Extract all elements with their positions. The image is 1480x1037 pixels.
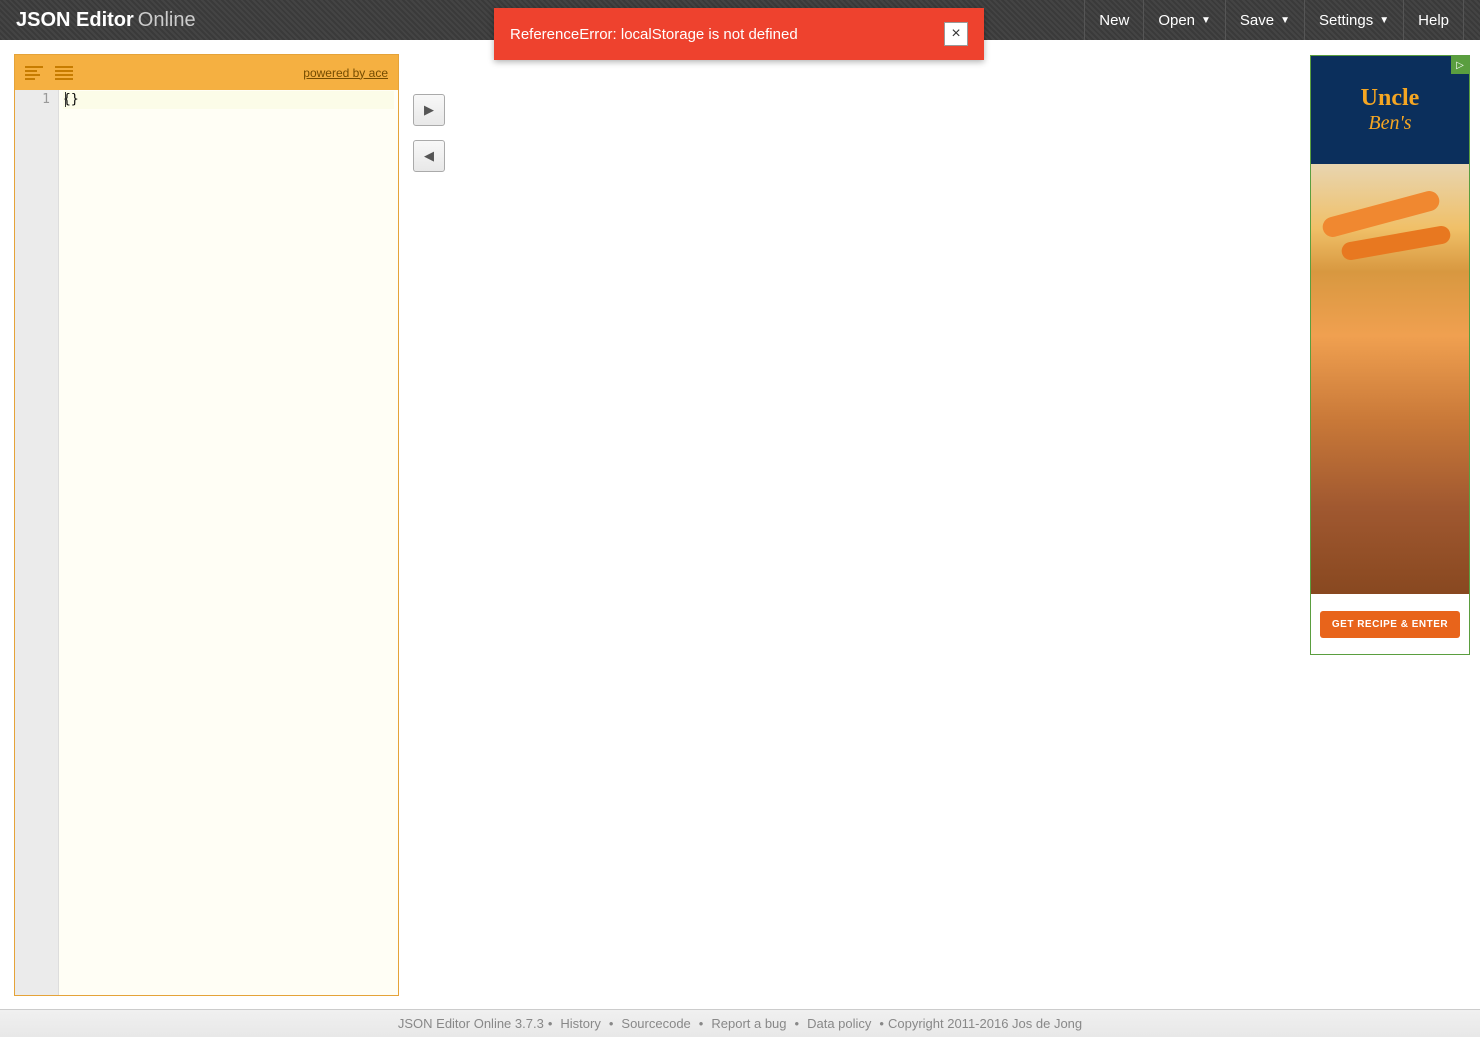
footer-copyright: Copyright 2011-2016 Jos de Jong [888, 1016, 1082, 1031]
menu-new-label: New [1099, 12, 1129, 29]
separator: • [609, 1016, 614, 1031]
menu-save[interactable]: Save ▼ [1225, 0, 1304, 40]
separator: • [795, 1016, 800, 1031]
transfer-buttons: ▶ ◀ [413, 54, 445, 995]
ad-header: Uncle Ben's [1311, 56, 1469, 164]
code-line: {} [63, 91, 394, 109]
menu-settings-label: Settings [1319, 12, 1373, 29]
ad-cta: GET RECIPE & ENTER [1311, 594, 1469, 654]
transfer-left-button[interactable]: ◀ [413, 140, 445, 172]
chevron-down-icon: ▼ [1379, 15, 1389, 26]
menu-open[interactable]: Open ▼ [1143, 0, 1225, 40]
separator: • [548, 1016, 553, 1031]
logo: JSON Editor Online [16, 9, 196, 32]
footer-product: JSON Editor Online 3.7.3 [398, 1016, 544, 1031]
menu-save-label: Save [1240, 12, 1274, 29]
menu-settings[interactable]: Settings ▼ [1304, 0, 1403, 40]
ad-brand: Uncle [1361, 85, 1420, 112]
footer-report-bug-link[interactable]: Report a bug [711, 1016, 786, 1031]
chevron-down-icon: ▼ [1201, 15, 1211, 26]
powered-by-link[interactable]: powered by ace [303, 66, 388, 80]
logo-bold: JSON Editor [16, 9, 134, 32]
ad-panel[interactable]: ▷ Uncle Ben's GET RECIPE & ENTER [1310, 55, 1470, 655]
menu-help-label: Help [1418, 12, 1449, 29]
error-notification: ReferenceError: localStorage is not defi… [494, 8, 984, 60]
ad-image [1311, 164, 1469, 594]
ad-brand-sub: Ben's [1368, 112, 1411, 135]
error-message: ReferenceError: localStorage is not defi… [510, 26, 798, 43]
menu-open-label: Open [1158, 12, 1195, 29]
editor-toolbar: powered by ace [15, 55, 398, 90]
cursor [65, 92, 66, 107]
separator: • [879, 1016, 884, 1031]
footer: JSON Editor Online 3.7.3 • History • Sou… [0, 1009, 1480, 1037]
menu-new[interactable]: New [1084, 0, 1143, 40]
compact-icon[interactable] [55, 66, 73, 80]
menu: New Open ▼ Save ▼ Settings ▼ Help [1084, 0, 1464, 40]
separator: • [699, 1016, 704, 1031]
footer-sourcecode-link[interactable]: Sourcecode [621, 1016, 690, 1031]
ad-marker-icon: ▷ [1451, 56, 1469, 74]
editor-panel: powered by ace 1 {} [14, 54, 399, 996]
ad-cta-button[interactable]: GET RECIPE & ENTER [1320, 611, 1460, 638]
chevron-down-icon: ▼ [1280, 15, 1290, 26]
close-notification-button[interactable]: × [944, 22, 968, 46]
transfer-right-button[interactable]: ▶ [413, 94, 445, 126]
footer-history-link[interactable]: History [560, 1016, 600, 1031]
menu-help[interactable]: Help [1403, 0, 1464, 40]
code-area[interactable]: {} [59, 90, 398, 995]
line-number: 1 [15, 91, 58, 109]
logo-light: Online [138, 9, 196, 32]
gutter: 1 [15, 90, 59, 995]
editor-content: 1 {} [15, 90, 398, 995]
toolbar-icons [25, 66, 73, 80]
footer-data-policy-link[interactable]: Data policy [807, 1016, 871, 1031]
format-icon[interactable] [25, 66, 43, 80]
main: powered by ace 1 {} ▶ ◀ [0, 40, 1480, 1009]
